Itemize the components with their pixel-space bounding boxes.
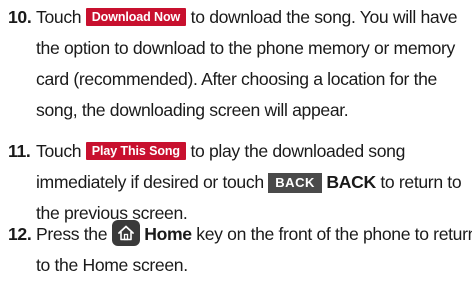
step-line: Touch Download Now to download the song.… [36, 2, 458, 33]
step-text: to play the downloaded song [185, 141, 406, 161]
step-line: song, the downloading screen will appear… [36, 100, 349, 120]
step-text: to return to [375, 172, 462, 192]
back-key-label: BACK [326, 172, 376, 192]
back-key-image: BACK [268, 173, 322, 193]
step-line: Touch Play This Song to play the downloa… [36, 136, 405, 167]
step-number: 12. [8, 224, 32, 244]
step-number: 11. [8, 141, 31, 161]
step-number: 10. [8, 7, 32, 27]
step-line: to the Home screen. [36, 255, 188, 275]
step-line: card (recommended). After choosing a loc… [36, 69, 437, 89]
step-line: Press the Home key on the front of the p… [36, 219, 472, 250]
home-key-label: Home [144, 224, 192, 244]
step-text: Touch [36, 7, 86, 27]
home-icon [111, 220, 140, 246]
step-text: immediately if desired or touch [36, 172, 269, 192]
step-line: immediately if desired or touch BACK BAC… [36, 167, 462, 198]
step-text: to download the song. You will have [186, 7, 458, 27]
step-line: the option to download to the phone memo… [36, 38, 455, 58]
step-text: Touch [36, 141, 86, 161]
download-now-button: Download Now [85, 8, 187, 26]
play-this-song-button: Play This Song [85, 142, 186, 160]
step-text: key on the front of the phone to return [191, 224, 472, 244]
step-text: Press the [36, 224, 112, 244]
